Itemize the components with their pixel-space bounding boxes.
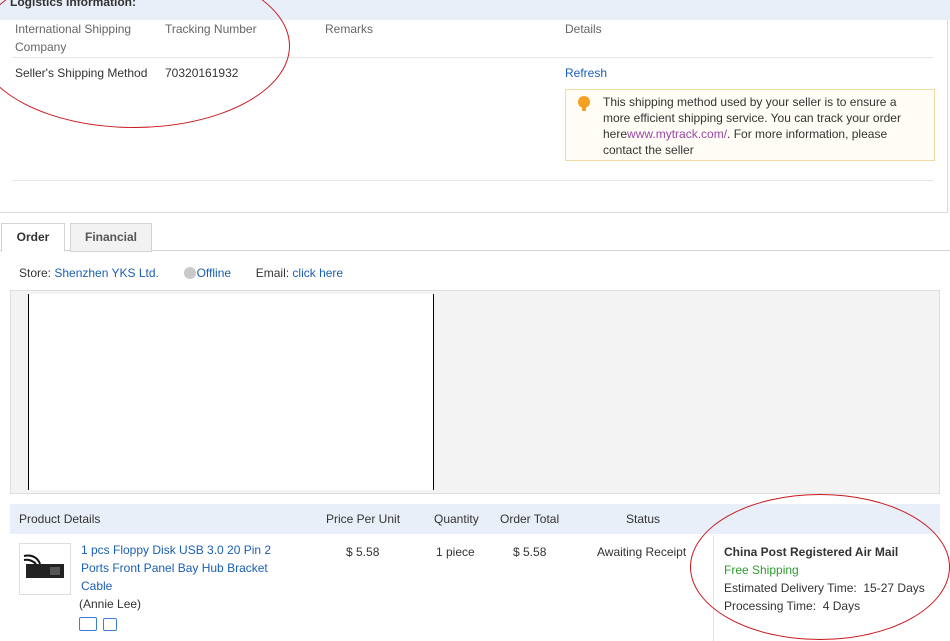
tracking-site-link[interactable]: www.mytrack.com/ xyxy=(627,127,727,141)
product-image xyxy=(23,554,64,578)
store-label: Store: xyxy=(19,266,52,280)
tab-order[interactable]: Order xyxy=(1,223,65,252)
email-link[interactable]: click here xyxy=(292,266,343,280)
panel-left-border xyxy=(28,294,29,490)
tab-financial[interactable]: Financial xyxy=(70,223,152,252)
lightbulb-icon xyxy=(578,96,590,111)
refresh-link[interactable]: Refresh xyxy=(565,66,607,80)
message-frame xyxy=(10,290,940,494)
column-header-remarks: Remarks xyxy=(325,22,374,36)
divider xyxy=(12,180,933,181)
order-total-value: $ 5.58 xyxy=(513,545,547,559)
header-product-details: Product Details xyxy=(19,512,101,526)
panel-right-border xyxy=(433,294,434,490)
buyer-name: (Annie Lee) xyxy=(79,597,142,611)
chat-offline-icon xyxy=(183,267,196,279)
header-price-per-unit: Price Per Unit xyxy=(326,512,401,526)
header-status: Status xyxy=(626,512,661,526)
quantity-value: 1 piece xyxy=(436,545,475,559)
shipping-tip-box: This shipping method used by your seller… xyxy=(565,89,935,161)
annotation-ellipse xyxy=(690,494,950,640)
header-quantity: Quantity xyxy=(434,512,479,526)
message-panel xyxy=(29,294,433,490)
chat-status[interactable]: Offline xyxy=(183,266,235,280)
header-order-total: Order Total xyxy=(500,512,560,526)
status-value: Awaiting Receipt xyxy=(597,545,687,559)
product-name-link[interactable]: 1 pcs Floppy Disk USB 3.0 20 Pin 2 Ports… xyxy=(81,541,281,595)
price-per-unit-value: $ 5.58 xyxy=(346,545,380,559)
return-icon[interactable] xyxy=(103,618,117,631)
shipping-truck-icon[interactable] xyxy=(79,617,97,631)
email-label: Email: xyxy=(255,266,290,280)
shipping-tip-text: This shipping method used by your seller… xyxy=(603,95,901,157)
product-actions xyxy=(79,617,117,634)
store-name-link[interactable]: Shenzhen YKS Ltd. xyxy=(54,266,159,280)
column-header-details: Details xyxy=(565,22,602,36)
store-info-line: Store: Shenzhen YKS Ltd. Offline Email: … xyxy=(19,265,343,281)
product-thumbnail[interactable] xyxy=(19,543,71,595)
